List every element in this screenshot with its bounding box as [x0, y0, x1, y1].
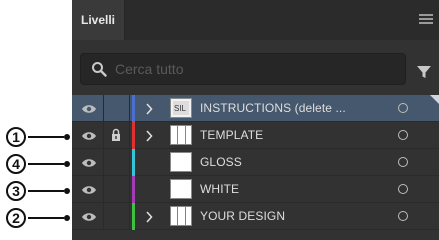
layer-name: INSTRUCTIONS (delete ...: [200, 101, 346, 115]
selection-corner-indicator: [430, 95, 439, 104]
visibility-eye-icon[interactable]: [81, 211, 97, 223]
layer-color-bar: [132, 122, 135, 149]
callout-3: 3: [6, 181, 70, 201]
column-divider: [103, 203, 104, 230]
instructions-thumbnail-icon: SIL: [173, 101, 189, 115]
layer-color-bar: [132, 203, 135, 230]
column-divider: [103, 149, 104, 176]
layer-name: GLOSS: [200, 155, 242, 169]
panel-menu-icon[interactable]: [419, 14, 433, 26]
callout-dot: [64, 188, 70, 194]
column-divider: [129, 203, 130, 230]
column-divider: [103, 176, 104, 203]
callout-2: 2: [6, 208, 70, 228]
tab-layers[interactable]: Livelli: [72, 0, 125, 40]
callout-line: [28, 190, 64, 192]
layer-name: WHITE: [200, 182, 240, 196]
target-circle-icon[interactable]: [398, 184, 408, 194]
visibility-eye-icon[interactable]: [81, 184, 97, 196]
svg-text:SIL: SIL: [174, 104, 187, 113]
layer-row-instructions[interactable]: SIL INSTRUCTIONS (delete ...: [72, 95, 439, 122]
callout-number: 2: [6, 208, 26, 228]
layer-color-bar: [132, 176, 135, 203]
search-icon: [92, 62, 107, 77]
panel-tab-bar: Livelli: [72, 0, 439, 40]
callout-number: 3: [6, 181, 26, 201]
callout-number: 4: [6, 154, 26, 174]
layer-color-bar: [132, 95, 135, 122]
callout-line: [28, 163, 64, 165]
column-divider: [129, 176, 130, 203]
column-divider: [129, 149, 130, 176]
chevron-right-icon[interactable]: [145, 130, 153, 142]
layer-thumbnail: [170, 206, 192, 226]
layer-color-bar: [132, 149, 135, 176]
callout-line: [28, 217, 64, 219]
layer-thumbnail: [170, 125, 192, 145]
chevron-right-icon[interactable]: [145, 211, 153, 223]
visibility-eye-icon[interactable]: [81, 157, 97, 169]
layer-row-your-design[interactable]: YOUR DESIGN: [72, 203, 439, 230]
column-divider: [129, 122, 130, 149]
target-circle-icon[interactable]: [398, 103, 408, 113]
visibility-eye-icon[interactable]: [81, 130, 97, 142]
search-input[interactable]: [115, 58, 395, 80]
search-box[interactable]: [80, 53, 406, 85]
callout-line: [28, 136, 64, 138]
target-circle-icon[interactable]: [398, 211, 408, 221]
column-divider: [103, 122, 104, 149]
visibility-eye-icon[interactable]: [81, 103, 97, 115]
target-circle-icon[interactable]: [398, 157, 408, 167]
callout-dot: [64, 134, 70, 140]
chevron-right-icon[interactable]: [145, 103, 153, 115]
filter-icon[interactable]: [416, 64, 432, 80]
column-divider: [129, 95, 130, 122]
lock-icon[interactable]: [111, 128, 121, 142]
layer-name: TEMPLATE: [200, 128, 264, 142]
layer-name: YOUR DESIGN: [200, 209, 286, 223]
column-divider: [103, 95, 104, 122]
search-area: [72, 40, 439, 95]
callout-number: 1: [6, 127, 26, 147]
layer-row-white[interactable]: WHITE: [72, 176, 439, 203]
layer-row-template[interactable]: TEMPLATE: [72, 122, 439, 149]
layer-thumbnail: [170, 179, 192, 199]
layer-row-gloss[interactable]: GLOSS: [72, 149, 439, 176]
callout-dot: [64, 215, 70, 221]
callout-4: 4: [6, 154, 70, 174]
layers-panel: Livelli Cerca tutto SIL INSTRUCTIONS (de…: [72, 0, 439, 240]
callout-dot: [64, 161, 70, 167]
callout-1: 1: [6, 127, 70, 147]
target-circle-icon[interactable]: [398, 130, 408, 140]
layer-thumbnail: SIL: [170, 98, 192, 118]
layer-thumbnail: [170, 152, 192, 172]
